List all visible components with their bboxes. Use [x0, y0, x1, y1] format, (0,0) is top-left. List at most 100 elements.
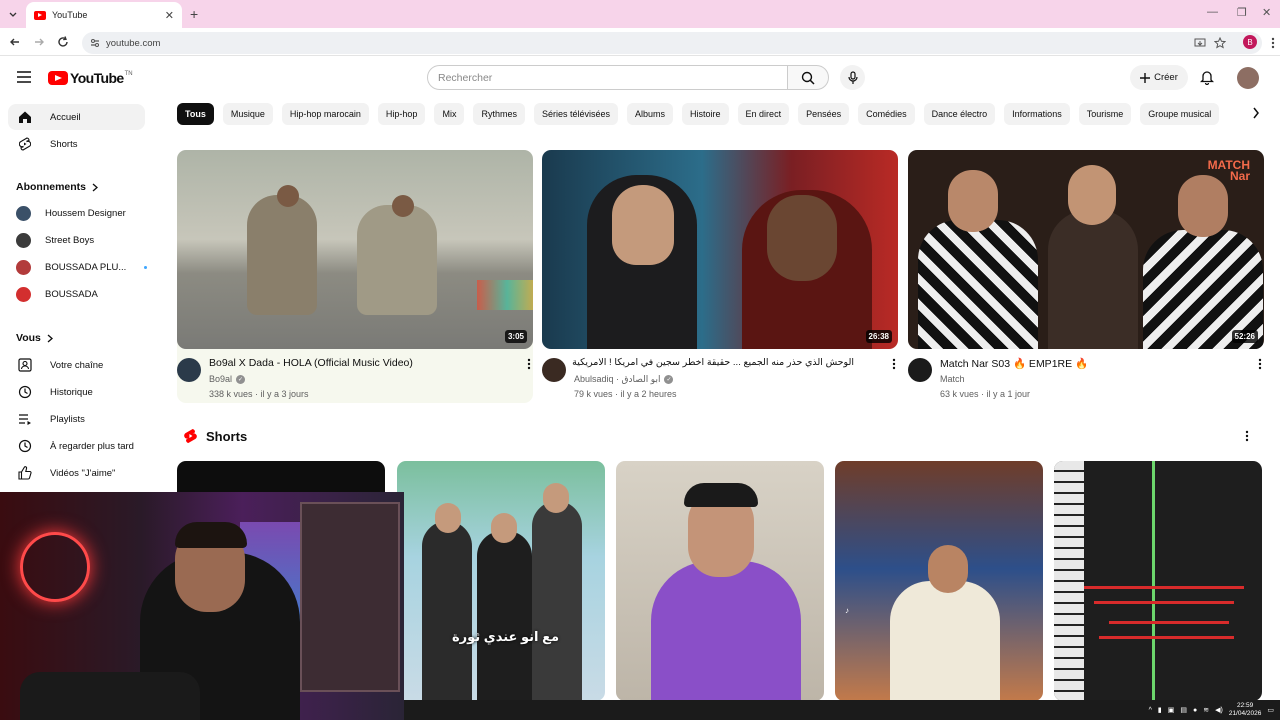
channel-avatar[interactable] — [542, 358, 566, 382]
chip-music-group[interactable]: Groupe musical — [1140, 103, 1220, 125]
chip-all[interactable]: Tous — [177, 103, 214, 125]
search-button[interactable] — [787, 65, 829, 90]
more-options-icon[interactable] — [1258, 358, 1262, 370]
tray-mic-icon[interactable]: ● — [1193, 707, 1197, 714]
youtube-favicon-icon — [34, 10, 46, 20]
browser-tab-youtube[interactable]: YouTube ✕ — [26, 2, 182, 28]
watch-later-icon — [18, 439, 32, 453]
tray-chevron-up-icon[interactable]: ^ — [1149, 707, 1152, 714]
sidebar-item-liked-videos[interactable]: Vidéos "J'aime" — [8, 460, 145, 486]
short-card[interactable]: مع انو عندي ثورة — [397, 461, 605, 701]
notifications-bell-icon[interactable] — [1200, 69, 1214, 85]
video-card[interactable]: MATCH Nar 52:26 Match Nar S03 🔥 EMP1RE 🔥 … — [908, 150, 1264, 403]
sidebar-item-label: Historique — [50, 386, 93, 398]
sidebar-item-history[interactable]: Historique — [8, 379, 145, 405]
new-tab-button[interactable]: + — [190, 6, 198, 22]
install-app-icon[interactable] — [1194, 37, 1206, 49]
search-icon — [801, 71, 815, 85]
channel-name[interactable]: Bo9al — [209, 374, 232, 384]
search-input[interactable]: Rechercher — [427, 65, 788, 90]
shorts-more-options-icon[interactable] — [1245, 430, 1249, 442]
video-card[interactable]: 3:05 Bo9al X Dada - HOLA (Official Music… — [177, 150, 533, 403]
subscription-channel[interactable]: BOUSSADA — [16, 287, 98, 302]
video-thumbnail[interactable]: 3:05 — [177, 150, 533, 349]
webcam-overlay — [0, 492, 404, 720]
chip-thoughts[interactable]: Pensées — [798, 103, 850, 125]
window-close-button[interactable]: ✕ — [1262, 6, 1271, 19]
search-placeholder: Rechercher — [438, 71, 493, 84]
sidebar-item-label: À regarder plus tard — [50, 440, 134, 452]
clock-time: 22:59 — [1236, 702, 1254, 709]
browser-profile-avatar[interactable]: B — [1243, 35, 1257, 49]
forward-arrow-icon[interactable] — [32, 35, 46, 49]
video-title[interactable]: Bo9al X Dada - HOLA (Official Music Vide… — [209, 357, 413, 369]
chip-hiphop[interactable]: Hip-hop — [377, 103, 426, 125]
chip-rhythms[interactable]: Rythmes — [473, 103, 525, 125]
tray-app-icon[interactable]: ▮ — [1158, 706, 1162, 714]
more-options-icon[interactable] — [892, 358, 896, 370]
subscription-channel[interactable]: Houssem Designer — [16, 206, 126, 221]
tray-network-icon[interactable]: ≋ — [1203, 706, 1209, 714]
video-card[interactable]: 26:38 الوحش الذي حذر منه الجميع ... حقيق… — [542, 150, 898, 403]
channel-avatar[interactable] — [177, 358, 201, 382]
channel-name[interactable]: Abulsadiq · ابو الصادق — [574, 374, 660, 385]
site-info-icon[interactable] — [89, 37, 101, 49]
sidebar-item-home[interactable]: Accueil — [8, 104, 145, 130]
video-thumbnail[interactable]: MATCH Nar 52:26 — [908, 150, 1264, 349]
sidebar-item-watch-later[interactable]: À regarder plus tard — [8, 433, 145, 459]
channel-name[interactable]: Match — [940, 374, 965, 384]
chip-electro-dance[interactable]: Dance électro — [923, 103, 996, 125]
sidebar-item-your-channel[interactable]: Votre chaîne — [8, 352, 145, 378]
video-thumbnail[interactable]: 26:38 — [542, 150, 898, 349]
more-options-icon[interactable] — [527, 358, 531, 370]
tab-search-button[interactable] — [4, 5, 22, 23]
shorts-icon — [19, 137, 31, 151]
chips-next-arrow-icon[interactable] — [1252, 106, 1260, 120]
chip-history[interactable]: Histoire — [682, 103, 729, 125]
sidebar-item-playlists[interactable]: Playlists — [8, 406, 145, 432]
short-card[interactable] — [616, 461, 824, 701]
reload-icon[interactable] — [56, 35, 70, 49]
notifications-tray-icon[interactable]: ▭ — [1267, 706, 1274, 714]
window-minimize-button[interactable]: — — [1207, 6, 1218, 18]
chip-live[interactable]: En direct — [737, 103, 790, 125]
chip-news[interactable]: Informations — [1004, 103, 1070, 125]
account-avatar[interactable] — [1237, 67, 1259, 89]
tiktok-watermark-icon: ♪ — [845, 606, 849, 615]
you-heading-label: Vous — [16, 332, 41, 344]
channel-avatar[interactable] — [908, 358, 932, 382]
tray-app-icon[interactable]: ▣ — [1168, 706, 1175, 714]
system-clock[interactable]: 22:59 21/04/2026 — [1229, 702, 1262, 718]
subscription-channel[interactable]: BOUSSADA PLU... — [16, 260, 148, 275]
video-title[interactable]: الوحش الذي حذر منه الجميع ... حقيقة اخطر… — [572, 357, 854, 368]
chevron-right-icon — [47, 334, 53, 342]
chip-mix[interactable]: Mix — [434, 103, 465, 125]
voice-search-button[interactable] — [840, 65, 865, 90]
create-button[interactable]: Créer — [1130, 65, 1188, 90]
video-stats: 338 k vues · il y a 3 jours — [209, 389, 309, 399]
window-restore-button[interactable]: ❐ — [1237, 6, 1247, 19]
short-card[interactable]: ♪ — [835, 461, 1043, 701]
chip-moroccan-hiphop[interactable]: Hip-hop marocain — [281, 103, 369, 125]
you-heading[interactable]: Vous — [16, 332, 53, 344]
subscriptions-heading[interactable]: Abonnements — [16, 181, 99, 193]
chip-tv-series[interactable]: Séries télévisées — [533, 103, 619, 125]
short-card[interactable] — [1054, 461, 1262, 701]
sidebar-item-shorts[interactable]: Shorts — [8, 131, 145, 157]
subscription-channel[interactable]: Street Boys — [16, 233, 94, 248]
hamburger-menu-icon[interactable] — [17, 71, 31, 83]
browser-menu-icon[interactable] — [1271, 37, 1275, 49]
chip-albums[interactable]: Albums — [627, 103, 674, 125]
bookmark-star-icon[interactable] — [1214, 37, 1226, 49]
address-bar[interactable]: youtube.com — [82, 32, 1262, 54]
chip-tourism[interactable]: Tourisme — [1078, 103, 1132, 125]
tray-volume-icon[interactable]: ◀) — [1215, 706, 1223, 714]
chip-comedies[interactable]: Comédies — [858, 103, 915, 125]
tab-close-button[interactable]: ✕ — [165, 9, 174, 22]
video-title[interactable]: Match Nar S03 🔥 EMP1RE 🔥 — [940, 357, 1088, 370]
youtube-logo[interactable]: YouTube TN — [48, 70, 133, 86]
chip-music[interactable]: Musique — [222, 103, 273, 125]
channel-avatar — [16, 206, 31, 221]
tray-app-icon[interactable]: ▤ — [1180, 706, 1187, 714]
back-arrow-icon[interactable] — [8, 35, 22, 49]
